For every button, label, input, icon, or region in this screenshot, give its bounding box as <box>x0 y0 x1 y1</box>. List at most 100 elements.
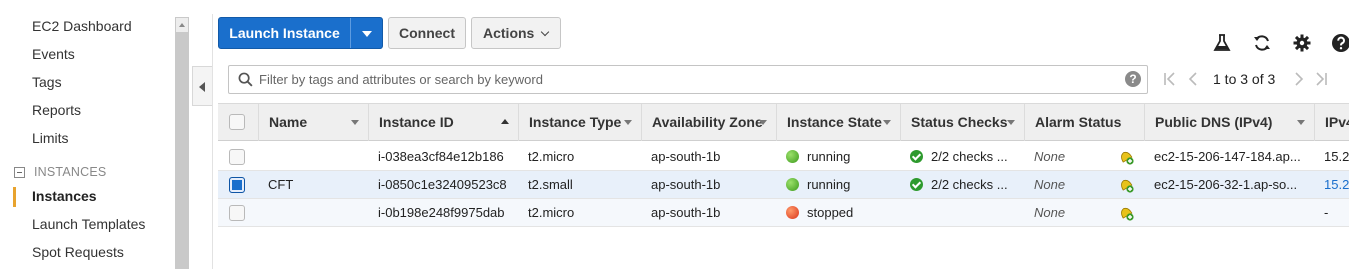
column-header-public-dns[interactable]: Public DNS (IPv4) <box>1144 104 1314 141</box>
gear-icon[interactable] <box>1292 33 1312 53</box>
instance-state: running <box>786 143 850 170</box>
instance-type: t2.micro <box>528 149 575 164</box>
scroll-up-icon[interactable] <box>175 17 189 33</box>
collapse-sidebar-button[interactable] <box>192 66 212 106</box>
checks-label: 2/2 checks ... <box>931 149 1008 164</box>
sidebar-section-instances[interactable]: INSTANCES <box>14 165 106 179</box>
create-alarm-icon[interactable] <box>1118 177 1134 193</box>
status-checks[interactable]: 2/2 checks ... <box>910 143 1008 170</box>
sidebar-item-ec2-dashboard[interactable]: EC2 Dashboard <box>32 18 132 34</box>
launch-instance-button[interactable]: Launch Instance <box>218 17 383 49</box>
instance-name: CFT <box>268 177 294 192</box>
sidebar-item-launch-templates[interactable]: Launch Templates <box>32 216 145 232</box>
instance-state: stopped <box>786 199 853 226</box>
column-label: Instance ID <box>379 114 454 130</box>
filter-search-box[interactable]: ? <box>228 65 1148 94</box>
column-header-name[interactable]: Name <box>258 104 368 141</box>
actions-button[interactable]: Actions <box>471 17 561 49</box>
running-status-icon <box>786 178 799 191</box>
public-ipv4[interactable]: 15.2 <box>1324 171 1349 198</box>
column-header-availability-zone[interactable]: Availability Zone <box>641 104 776 141</box>
alarm-status: None <box>1034 149 1066 164</box>
sort-ascending-icon[interactable] <box>501 119 509 124</box>
column-label: Availability Zone <box>652 114 763 130</box>
actions-label: Actions <box>483 25 535 41</box>
checkmark-icon <box>910 150 923 163</box>
refresh-icon[interactable] <box>1252 33 1272 53</box>
alarm-status: None <box>1034 205 1066 220</box>
sidebar-item-limits[interactable]: Limits <box>32 130 69 146</box>
table-row[interactable]: i-038ea3cf84e12b186 t2.micro ap-south-1b… <box>218 143 1349 171</box>
alarm-status: None <box>1034 177 1066 192</box>
panel-divider <box>212 14 213 269</box>
chevron-down-icon[interactable] <box>1297 120 1305 125</box>
public-dns: ec2-15-206-147-184.ap... <box>1154 149 1301 164</box>
column-header-alarm-status[interactable]: Alarm Status <box>1024 104 1144 141</box>
connect-button[interactable]: Connect <box>388 17 466 49</box>
column-label: Public DNS (IPv4) <box>1155 114 1273 130</box>
row-checkbox[interactable] <box>229 177 245 193</box>
column-header-ipv4[interactable]: IPv4 <box>1314 104 1349 141</box>
prev-page-icon[interactable] <box>1187 72 1199 86</box>
table-header: Name Instance ID Instance Type Availabil… <box>218 103 1349 141</box>
chevron-down-icon[interactable] <box>1007 120 1015 125</box>
active-indicator <box>13 187 16 207</box>
availability-zone: ap-south-1b <box>651 149 721 164</box>
instance-state: running <box>786 171 850 198</box>
help-icon[interactable]: ? <box>1125 71 1141 87</box>
sidebar-item-tags[interactable]: Tags <box>32 74 62 90</box>
column-header-status-checks[interactable]: Status Checks <box>900 104 1024 141</box>
sidebar-item-instances[interactable]: Instances <box>32 188 97 204</box>
sidebar-section-label: INSTANCES <box>34 165 107 179</box>
select-all-checkbox[interactable] <box>229 114 245 130</box>
chevron-down-icon[interactable] <box>759 120 767 125</box>
state-label: running <box>807 149 851 164</box>
first-page-icon[interactable] <box>1163 72 1177 86</box>
state-label: stopped <box>807 205 854 220</box>
column-header-instance-state[interactable]: Instance State <box>776 104 900 141</box>
public-ipv4: 15.2 <box>1324 149 1349 164</box>
pagination-label: 1 to 3 of 3 <box>1213 71 1276 87</box>
table-row[interactable]: CFT i-0850c1e32409523c8 t2.small ap-sout… <box>218 171 1349 199</box>
status-checks[interactable]: 2/2 checks ... <box>910 171 1008 198</box>
row-checkbox[interactable] <box>229 149 245 165</box>
column-label: Alarm Status <box>1035 114 1122 130</box>
column-header-instance-id[interactable]: Instance ID <box>368 104 518 141</box>
column-label: Instance Type <box>529 114 622 130</box>
column-header-instance-type[interactable]: Instance Type <box>518 104 641 141</box>
chevron-down-icon <box>541 27 550 37</box>
instance-type: t2.small <box>528 177 573 192</box>
state-label: running <box>807 177 851 192</box>
instance-id: i-0850c1e32409523c8 <box>378 177 507 192</box>
flask-icon[interactable] <box>1212 33 1232 53</box>
collapse-icon[interactable] <box>14 166 25 178</box>
stopped-status-icon <box>786 206 799 219</box>
create-alarm-icon[interactable] <box>1118 205 1134 221</box>
sidebar-item-reports[interactable]: Reports <box>32 102 81 118</box>
public-dns: ec2-15-206-32-1.ap-so... <box>1154 177 1298 192</box>
chevron-down-icon[interactable] <box>624 120 632 125</box>
launch-instance-label[interactable]: Launch Instance <box>219 18 351 48</box>
help-icon[interactable] <box>1331 33 1349 53</box>
search-icon <box>238 72 253 87</box>
create-alarm-icon[interactable] <box>1118 149 1134 165</box>
row-checkbox[interactable] <box>229 205 245 221</box>
column-label: Status Checks <box>911 114 1008 130</box>
availability-zone: ap-south-1b <box>651 205 721 220</box>
sidebar-scrollbar[interactable] <box>175 17 189 269</box>
sidebar-item-events[interactable]: Events <box>32 46 75 62</box>
sidebar: EC2 Dashboard Events Tags Reports Limits… <box>0 0 190 269</box>
last-page-icon[interactable] <box>1314 72 1328 86</box>
search-input[interactable] <box>259 68 1119 90</box>
chevron-down-icon[interactable] <box>351 120 359 125</box>
chevron-down-icon[interactable] <box>883 120 891 125</box>
checkmark-icon <box>910 178 923 191</box>
column-label: Name <box>269 114 308 130</box>
sidebar-item-spot-requests[interactable]: Spot Requests <box>32 244 124 260</box>
next-page-icon[interactable] <box>1293 72 1305 86</box>
column-label: IPv4 <box>1325 114 1349 130</box>
chevron-down-icon[interactable] <box>351 18 382 48</box>
public-ipv4: - <box>1324 205 1329 220</box>
table-row[interactable]: i-0b198e248f9975dab t2.micro ap-south-1b… <box>218 199 1349 227</box>
instance-id: i-038ea3cf84e12b186 <box>378 149 504 164</box>
